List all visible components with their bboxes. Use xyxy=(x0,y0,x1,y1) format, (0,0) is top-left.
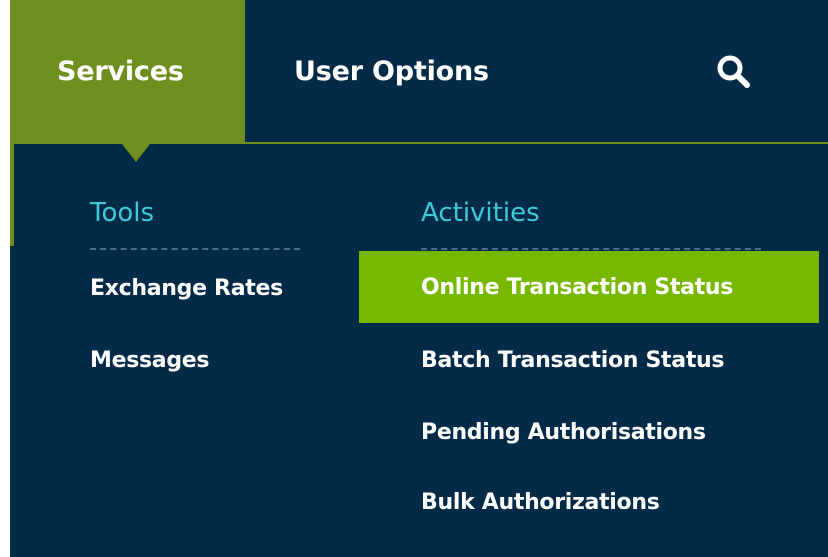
tab-services[interactable]: Services xyxy=(10,0,245,142)
tab-services-label: Services xyxy=(57,55,184,87)
services-dropdown-panel: Tools Exchange Rates Messages Activities… xyxy=(10,142,828,557)
tab-user-options[interactable]: User Options xyxy=(272,0,532,142)
search-icon[interactable] xyxy=(714,52,754,92)
tab-user-options-label: User Options xyxy=(294,55,489,87)
activities-divider xyxy=(421,248,761,250)
menu-item-online-transaction-status-label: Online Transaction Status xyxy=(421,274,734,300)
top-navigation-bar: Services User Options xyxy=(0,0,828,142)
search-icon-graphic xyxy=(717,55,750,88)
tools-heading: Tools xyxy=(90,198,155,228)
left-page-edge xyxy=(0,0,10,557)
activities-heading: Activities xyxy=(421,198,540,228)
menu-item-bulk-authorizations[interactable]: Bulk Authorizations xyxy=(421,490,660,515)
menu-item-batch-transaction-status[interactable]: Batch Transaction Status xyxy=(421,348,725,373)
menu-item-pending-authorisations[interactable]: Pending Authorisations xyxy=(421,420,706,445)
tools-divider xyxy=(90,248,300,250)
menu-item-online-transaction-status[interactable]: Online Transaction Status xyxy=(359,251,819,323)
panel-accent-bar xyxy=(10,144,14,246)
menu-item-exchange-rates[interactable]: Exchange Rates xyxy=(90,276,283,301)
dropdown-pointer-arrow xyxy=(122,144,150,162)
menu-item-messages[interactable]: Messages xyxy=(90,348,210,373)
